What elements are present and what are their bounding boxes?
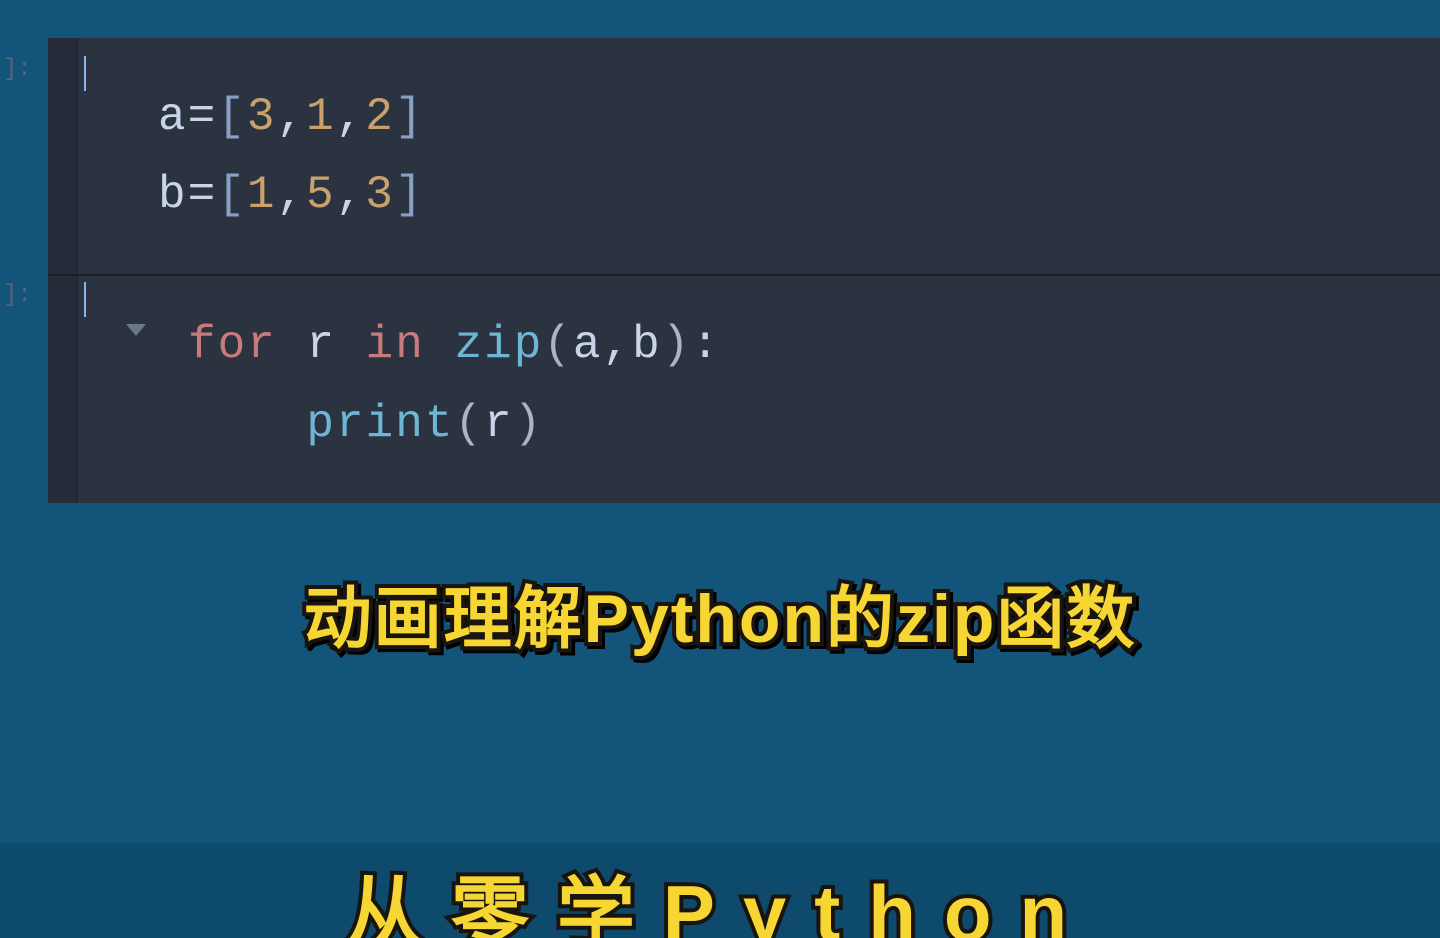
bottom-banner: 从零学Python	[0, 843, 1440, 938]
code-line-print: print(r)	[188, 385, 1360, 463]
cell-gutter-1	[48, 38, 78, 274]
code-editor: ]: a=[3,1,2] b=[1,5,3] ]: for r in zip(a…	[48, 38, 1440, 503]
bottom-text: 从零学Python	[345, 851, 1095, 938]
code-content-2[interactable]: for r in zip(a,b): print(r)	[78, 276, 1440, 502]
code-line-a: a=[3,1,2]	[158, 78, 1360, 156]
code-cell-1[interactable]: ]: a=[3,1,2] b=[1,5,3]	[48, 38, 1440, 274]
cell-gutter-2	[48, 276, 78, 502]
code-cell-2[interactable]: ]: for r in zip(a,b): print(r)	[48, 276, 1440, 502]
code-content-1[interactable]: a=[3,1,2] b=[1,5,3]	[78, 38, 1440, 274]
cursor-indicator-2	[84, 282, 86, 317]
cell-prompt-1: ]:	[3, 56, 32, 83]
fold-triangle-icon[interactable]	[126, 324, 146, 336]
cursor-indicator	[84, 56, 86, 91]
code-line-b: b=[1,5,3]	[158, 156, 1360, 234]
video-title: 动画理解Python的zip函数	[304, 563, 1137, 662]
code-line-for: for r in zip(a,b):	[188, 306, 1360, 384]
cell-prompt-2: ]:	[3, 282, 32, 309]
